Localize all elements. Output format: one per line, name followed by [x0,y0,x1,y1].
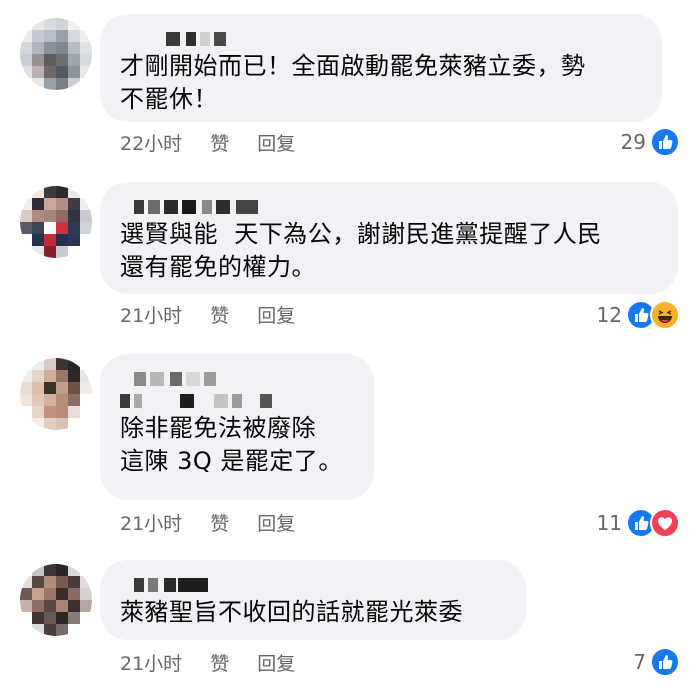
comment-text: 選賢與能 天下為公，謝謝民進黨提醒了人民 還有罷免的權力。 [120,220,602,281]
comment-actions: 21小时 赞 回复 [120,300,295,328]
reaction-summary[interactable]: 12 [597,299,680,331]
comment-text: 萊豬聖旨不收回的話就罷光萊委 [120,598,463,626]
avatar[interactable] [20,358,92,430]
like-button[interactable]: 赞 [210,509,229,536]
reply-button[interactable]: 回复 [257,509,295,536]
reaction-count: 29 [620,130,646,154]
avatar[interactable] [20,186,92,258]
reaction-count: 11 [596,511,622,535]
haha-reaction-icon [650,300,680,330]
reply-button[interactable]: 回复 [257,301,295,328]
comment-author[interactable] [120,574,504,596]
comment-actions: 21小时 赞 回复 [120,508,295,536]
reaction-summary[interactable]: 7 [633,646,680,678]
reaction-count: 7 [633,650,646,674]
comment-author[interactable] [120,196,656,218]
comment-author-line-2 [120,390,352,412]
comment-text: 除非罷免法被廢除 這陳 3Q 是罷定了。 [120,414,343,475]
comment-text: 才剛開始而已！全面啟動罷免萊豬立委，勢 不罷休！ [120,52,586,113]
comment-bubble: 除非罷免法被廢除 這陳 3Q 是罷定了。 [100,354,374,500]
comment-timestamp[interactable]: 21小时 [120,509,182,536]
avatar[interactable] [20,564,92,636]
comment-timestamp[interactable]: 22小时 [120,129,182,156]
comment-timestamp[interactable]: 21小时 [120,649,182,676]
comment-actions: 21小时 赞 回复 [120,648,295,676]
reply-button[interactable]: 回复 [257,649,295,676]
reaction-summary[interactable]: 29 [621,126,680,158]
comment-timestamp[interactable]: 21小时 [120,301,182,328]
comment-bubble: 才剛開始而已！全面啟動罷免萊豬立委，勢 不罷休！ [100,14,662,122]
comment-bubble: 選賢與能 天下為公，謝謝民進黨提醒了人民 還有罷免的權力。 [100,182,678,294]
reaction-summary[interactable]: 11 [597,507,680,539]
love-reaction-icon [650,508,680,538]
comment-bubble: 萊豬聖旨不收回的話就罷光萊委 [100,560,526,640]
like-reaction-icon [650,647,680,677]
like-reaction-icon [650,127,680,157]
comment-author[interactable] [120,368,352,390]
reaction-count: 12 [596,303,622,327]
comment-author[interactable] [120,28,640,50]
like-button[interactable]: 赞 [210,649,229,676]
like-button[interactable]: 赞 [210,129,229,156]
like-button[interactable]: 赞 [210,301,229,328]
reply-button[interactable]: 回复 [257,129,295,156]
comment-actions: 22小时 赞 回复 [120,128,295,156]
avatar[interactable] [20,18,92,90]
